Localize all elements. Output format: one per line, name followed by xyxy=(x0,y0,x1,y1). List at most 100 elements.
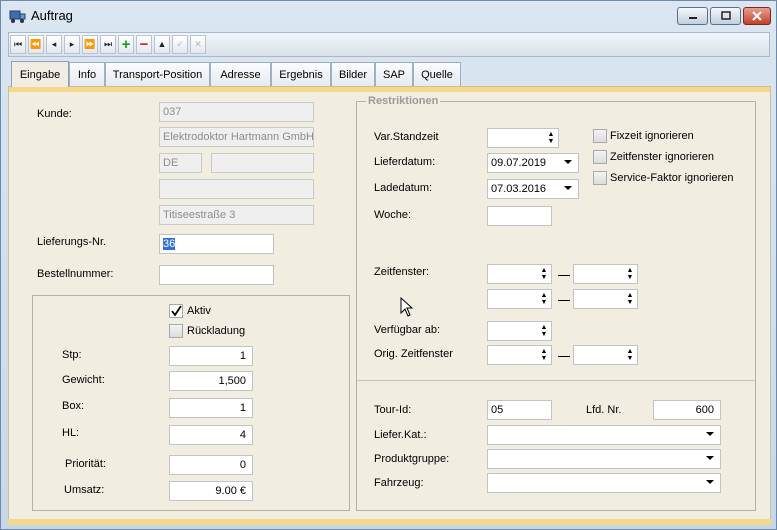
fahrzeug-select[interactable] xyxy=(487,473,721,493)
next-page-button[interactable]: ⏩ xyxy=(82,35,98,54)
lfd-nr-input[interactable]: 600 xyxy=(653,400,721,420)
hl-label: HL: xyxy=(62,427,80,439)
spinner-arrows[interactable]: ▲ ▼ xyxy=(540,267,548,281)
truck-icon xyxy=(9,10,26,23)
kunde-label: Kunde: xyxy=(37,108,72,120)
next-record-button[interactable]: ▸ xyxy=(64,35,80,54)
tab-adresse[interactable]: Adresse xyxy=(210,62,271,86)
zeitfenster-2-to[interactable]: ▲ ▼ xyxy=(573,289,638,309)
zeitfenster-ignorieren-checkbox[interactable] xyxy=(593,150,607,164)
spinner-arrows[interactable]: ▲ ▼ xyxy=(540,292,548,306)
lieferdatum-picker[interactable]: 09.07.2019 xyxy=(487,153,579,173)
chevron-down-icon[interactable] xyxy=(706,456,714,460)
ladedatum-label: Ladedatum: xyxy=(374,182,433,194)
prioritaet-input[interactable]: 0 xyxy=(169,455,253,475)
liefer-kat-select[interactable] xyxy=(487,425,721,445)
tour-id-input[interactable]: 05 xyxy=(487,400,552,420)
kunde-country-field: DE xyxy=(159,153,202,173)
tour-id-label: Tour-Id: xyxy=(374,404,412,416)
bestellnummer-input[interactable] xyxy=(159,265,274,285)
spinner-arrows[interactable]: ▲ ▼ xyxy=(540,348,548,362)
gewicht-input[interactable]: 1,500 xyxy=(169,371,253,391)
stp-input[interactable]: 1 xyxy=(169,346,253,366)
ladedatum-value: 07.03.2016 xyxy=(491,183,547,195)
verfuegbar-label: Verfügbar ab: xyxy=(374,324,441,336)
var-standzeit-spinner[interactable]: ▲ ▼ xyxy=(487,128,559,148)
delete-record-button[interactable]: − xyxy=(136,35,152,54)
minimize-button[interactable] xyxy=(677,7,708,25)
move-up-button[interactable]: ▲ xyxy=(154,35,170,54)
tab-eingabe[interactable]: Eingabe xyxy=(11,61,69,87)
chevron-down-icon[interactable] xyxy=(706,432,714,436)
tab-info[interactable]: Info xyxy=(69,62,105,86)
kunde-nr-field: 037 xyxy=(159,102,314,122)
woche-label: Woche: xyxy=(374,209,412,221)
var-standzeit-label: Var.Standzeit xyxy=(374,131,439,143)
maximize-button[interactable] xyxy=(710,7,741,25)
lieferungs-nr-input[interactable]: 36 xyxy=(159,234,274,254)
prev-record-button[interactable]: ◂ xyxy=(46,35,62,54)
zeitfenster-2-from[interactable]: ▲ ▼ xyxy=(487,289,552,309)
close-button[interactable] xyxy=(743,7,771,25)
produktgruppe-select[interactable] xyxy=(487,449,721,469)
stp-label: Stp: xyxy=(62,349,82,361)
tab-transport-position[interactable]: Transport-Position xyxy=(105,62,210,86)
zeitfenster-label: Zeitfenster: xyxy=(374,266,430,278)
zeitfenster-ignorieren-label: Zeitfenster ignorieren xyxy=(610,151,714,163)
post-edit-button[interactable]: ✓ xyxy=(172,35,188,54)
tab-ergebnis[interactable]: Ergebnis xyxy=(271,62,331,86)
first-record-button[interactable]: ⏮ xyxy=(10,35,26,54)
chevron-down-icon[interactable] xyxy=(706,480,714,484)
orig-zeitfenster-from[interactable]: ▲ ▼ xyxy=(487,345,552,365)
tab-quelle[interactable]: Quelle xyxy=(413,62,461,86)
last-record-button[interactable]: ⏭ xyxy=(100,35,116,54)
range-dash xyxy=(558,275,570,276)
zeitfenster-1-from[interactable]: ▲ ▼ xyxy=(487,264,552,284)
window-title: Auftrag xyxy=(31,8,73,23)
verfuegbar-spinner[interactable]: ▲ ▼ xyxy=(487,321,552,341)
ladedatum-picker[interactable]: 07.03.2016 xyxy=(487,179,579,199)
checkmark-icon xyxy=(171,305,182,317)
orig-zeitfenster-to[interactable]: ▲ ▼ xyxy=(573,345,638,365)
aktiv-checkbox[interactable] xyxy=(169,304,183,318)
box-label: Box: xyxy=(62,400,85,412)
gewicht-label: Gewicht: xyxy=(62,374,105,386)
add-record-button[interactable]: + xyxy=(118,35,134,54)
rueckladung-checkbox[interactable] xyxy=(169,324,183,338)
woche-input[interactable] xyxy=(487,206,552,226)
fahrzeug-label: Fahrzeug: xyxy=(374,477,424,489)
prev-page-button[interactable]: ⏪ xyxy=(28,35,44,54)
box-input[interactable]: 1 xyxy=(169,398,253,418)
lieferdatum-value: 09.07.2019 xyxy=(491,157,547,169)
panel-accent-line xyxy=(9,87,770,92)
service-faktor-checkbox[interactable] xyxy=(593,171,607,185)
panel-bottom-accent xyxy=(8,519,771,525)
fixzeit-label: Fixzeit ignorieren xyxy=(610,130,694,142)
tab-sap[interactable]: SAP xyxy=(375,62,413,86)
range-dash xyxy=(558,356,570,357)
fixzeit-checkbox[interactable] xyxy=(593,129,607,143)
chevron-down-icon[interactable] xyxy=(564,160,572,164)
navigation-toolbar: ⏮ ⏪ ◂ ▸ ⏩ ⏭ + − ▲ ✓ ✕ xyxy=(8,32,770,57)
hl-input[interactable]: 4 xyxy=(169,425,253,445)
kunde-zip-field xyxy=(211,153,314,173)
kunde-name-field: Elektrodoktor Hartmann GmbH xyxy=(159,127,314,147)
rueckladung-label: Rückladung xyxy=(187,325,246,337)
spinner-arrows[interactable]: ▲ ▼ xyxy=(626,267,634,281)
produktgruppe-label: Produktgruppe: xyxy=(374,453,450,465)
spinner-arrows[interactable]: ▲ ▼ xyxy=(547,131,555,145)
zeitfenster-1-to[interactable]: ▲ ▼ xyxy=(573,264,638,284)
umsatz-input[interactable]: 9.00 € xyxy=(169,481,253,501)
cancel-edit-button[interactable]: ✕ xyxy=(190,35,206,54)
spinner-arrows[interactable]: ▲ ▼ xyxy=(626,292,634,306)
liefer-kat-label: Liefer.Kat.: xyxy=(374,429,427,441)
service-faktor-label: Service-Faktor ignorieren xyxy=(610,172,734,184)
spinner-arrows[interactable]: ▲ ▼ xyxy=(626,348,634,362)
tab-bilder[interactable]: Bilder xyxy=(331,62,375,86)
chevron-down-icon[interactable] xyxy=(564,186,572,190)
restriktionen-title: Restriktionen xyxy=(366,95,441,107)
section-divider xyxy=(357,380,755,381)
bestellnummer-label: Bestellnummer: xyxy=(37,268,114,280)
kunde-street-field: Titiseestraße 3 xyxy=(159,205,314,225)
spinner-arrows[interactable]: ▲ ▼ xyxy=(540,324,548,338)
